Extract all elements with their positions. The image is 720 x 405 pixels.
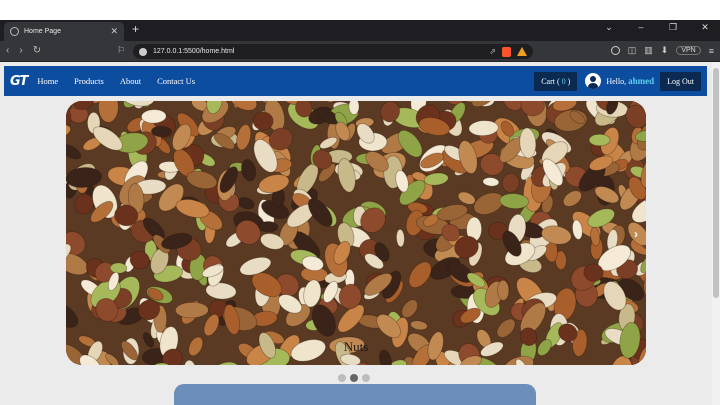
walnut-nut [497, 279, 510, 301]
address-row: ‹ › ↻ ⚐ 127.0.0.1:5500/home.html ⇗ ◫ ▥ ⬇… [0, 41, 720, 62]
back-icon[interactable]: ‹ [6, 45, 9, 56]
extension-icon[interactable] [610, 46, 620, 55]
user-avatar-icon [585, 73, 602, 89]
nav-buttons: ‹ › ↻ [6, 45, 41, 56]
chevron-down-icon[interactable]: ⌄ [600, 22, 618, 33]
maximize-icon[interactable]: ❐ [664, 22, 682, 33]
nav-link-home[interactable]: Home [37, 76, 58, 86]
cart-count: 0 [561, 76, 566, 86]
page-body: GT Home Products About Contact Us Cart (… [0, 62, 712, 405]
sidebar-icon[interactable]: ▥ [644, 45, 653, 56]
carousel-dot-2[interactable] [350, 374, 358, 382]
toolbar-icons: ◫ ▥ ⬇ VPN ≡ [610, 45, 714, 56]
minimize-icon[interactable]: – [632, 22, 650, 33]
carousel-dot-1[interactable] [338, 374, 346, 382]
nav-link-contact[interactable]: Contact Us [157, 76, 195, 86]
close-icon[interactable]: ✕ [110, 26, 118, 37]
url-text[interactable]: 127.0.0.1:5500/home.html [153, 48, 483, 55]
tab-title: Home Page [24, 28, 61, 35]
site-info-icon[interactable] [139, 47, 147, 56]
cart-label: Cart ( [541, 76, 560, 86]
share-icon[interactable]: ⇗ [489, 47, 496, 56]
site-logo[interactable]: GT [10, 74, 28, 89]
globe-icon [10, 27, 19, 36]
chevron-right-icon[interactable]: › [634, 227, 638, 241]
window-controls: ⌄ – ❐ ✕ [600, 22, 714, 33]
username: ahmed [628, 76, 655, 86]
tab-home-page[interactable]: Home Page ✕ [4, 22, 124, 41]
hero-carousel: › Nuts [66, 101, 646, 365]
scrollbar-thumb[interactable] [713, 68, 719, 298]
carousel-indicators [338, 374, 370, 382]
plus-icon[interactable]: + [132, 22, 139, 36]
address-bar[interactable]: 127.0.0.1:5500/home.html ⇗ [133, 44, 533, 59]
window-close-icon[interactable]: ✕ [696, 22, 714, 33]
nuts-image [66, 101, 646, 365]
page-scrollbar[interactable] [712, 62, 720, 405]
site-navbar: GT Home Products About Contact Us Cart (… [4, 66, 707, 96]
menu-icon[interactable]: ≡ [709, 46, 714, 56]
greeting-text: Hello, [606, 77, 627, 86]
carousel-caption: Nuts [343, 339, 369, 354]
user-greeting: Hello, ahmed [606, 76, 654, 86]
content-card [174, 384, 536, 405]
rewards-icon[interactable] [517, 47, 527, 56]
brave-icon[interactable] [502, 46, 511, 57]
wallet-icon[interactable]: ◫ [628, 45, 637, 56]
nav-link-about[interactable]: About [120, 76, 141, 86]
download-icon[interactable]: ⬇ [661, 45, 669, 56]
vpn-button[interactable]: VPN [676, 46, 701, 55]
pistachio-nut [109, 262, 128, 274]
forward-icon[interactable]: › [19, 45, 22, 56]
top-strip [0, 0, 720, 20]
pistachio-nut [588, 133, 611, 147]
reload-icon[interactable]: ↻ [33, 45, 41, 56]
carousel-dot-3[interactable] [362, 374, 370, 382]
nav-link-products[interactable]: Products [74, 76, 104, 86]
logout-button[interactable]: Log Out [660, 71, 701, 91]
cart-close-paren: ) [567, 76, 571, 86]
cashew-nut [348, 101, 360, 115]
brazil-nut [258, 221, 279, 233]
cart-button[interactable]: Cart ( 0 ) [534, 71, 578, 91]
walnut-nut [175, 301, 209, 319]
bookmark-icon[interactable]: ⚐ [117, 45, 125, 56]
